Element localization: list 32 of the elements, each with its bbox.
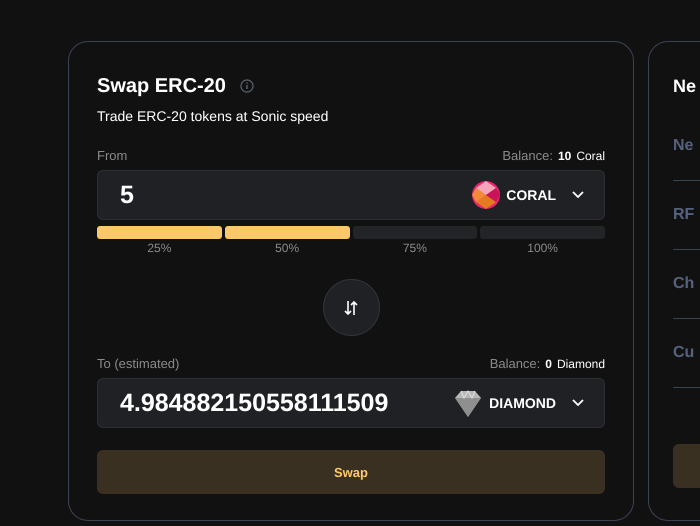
token-selector[interactable]: DIAMOND <box>453 388 584 418</box>
balance-amount: 10 <box>558 149 572 163</box>
balance-label: Balance: <box>490 356 540 371</box>
diamond-icon <box>453 388 484 418</box>
card-title: Swap ERC-20 <box>97 74 226 98</box>
list-item[interactable]: Cu <box>673 344 694 362</box>
token-selector[interactable]: CORAL <box>472 181 584 209</box>
list-item[interactable]: Ne <box>673 137 694 155</box>
card-subtitle: Trade ERC-20 tokens at Sonic speed <box>97 108 330 124</box>
chevron-down-icon <box>572 399 584 407</box>
percent-button[interactable]: 25% <box>97 226 222 255</box>
list-item[interactable]: RF <box>673 206 694 224</box>
field-label: To (estimated) <box>97 356 180 371</box>
card-title: Ne <box>673 76 696 96</box>
faceted-ball-icon <box>472 181 500 209</box>
balance-unit: Coral <box>576 149 605 163</box>
balance-unit: Diamond <box>556 357 605 371</box>
percent-button[interactable]: 75% <box>352 226 478 255</box>
amount-field[interactable]: 5 CORAL <box>97 170 605 220</box>
amount-value: 4.984882150558111509 <box>120 388 390 418</box>
amount-field[interactable]: 4.984882150558111509 DIAMOND <box>97 378 605 428</box>
amount-value: 5 <box>120 180 135 210</box>
swap-button[interactable]: Swap <box>97 450 605 494</box>
percent-button[interactable]: 100% <box>480 226 605 255</box>
swap-arrows-icon <box>344 300 358 316</box>
balance-amount: 0 <box>545 357 552 371</box>
percent-button[interactable]: 50% <box>224 226 350 255</box>
info-icon[interactable] <box>240 79 254 93</box>
list-item[interactable]: Ch <box>673 275 694 293</box>
balance-label: Balance: <box>502 148 553 163</box>
field-label: From <box>97 148 128 163</box>
chevron-down-icon <box>572 191 584 199</box>
